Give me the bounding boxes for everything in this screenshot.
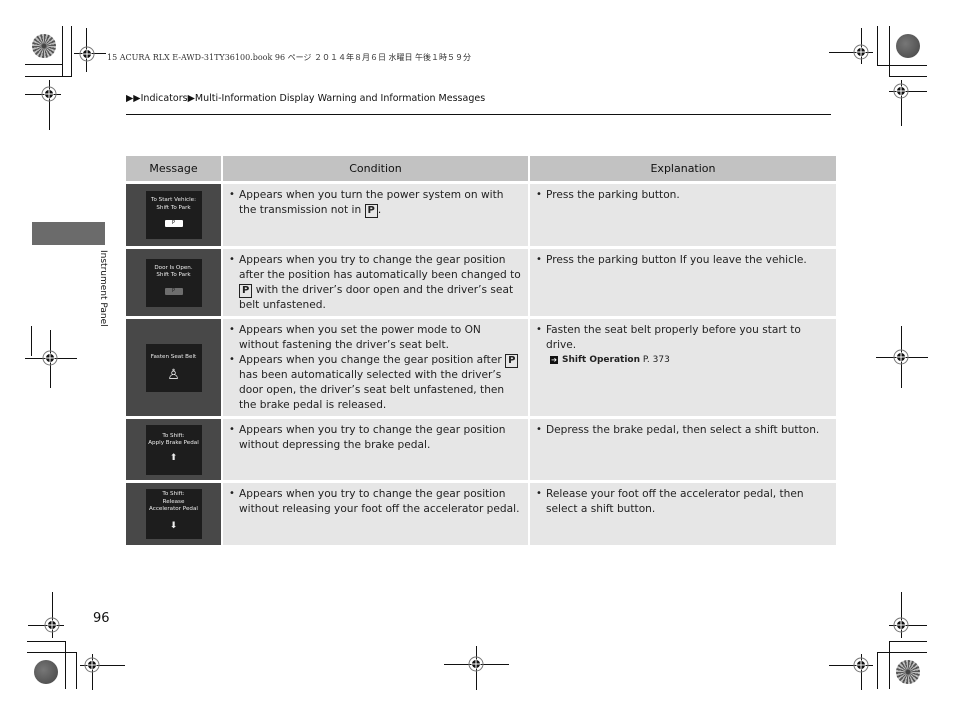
column-header-condition: Condition — [223, 156, 528, 181]
park-key-icon: P — [505, 353, 519, 368]
message-display-cell: Door Is Open. Shift To Park P — [126, 249, 221, 317]
display-text-line: Shift To Park — [156, 204, 191, 211]
color-rosette-icon — [896, 660, 920, 684]
page-number: 96 — [93, 611, 110, 626]
color-rosette-icon — [32, 34, 56, 58]
explanation-item: Release your foot off the accelerator pe… — [536, 487, 830, 517]
park-key-icon: P — [239, 283, 253, 298]
breadcrumb-divider — [126, 114, 831, 115]
display-screen-image: Fasten Seat Belt ♙ — [145, 343, 202, 392]
column-header-message: Message — [126, 156, 221, 181]
explanation-cell: Fasten the seat belt properly before you… — [530, 319, 836, 417]
breadcrumb-current: Multi-Information Display Warning and In… — [194, 93, 486, 104]
display-text-line: To Start Vehicle: — [151, 197, 196, 203]
park-key-icon: P — [364, 203, 378, 218]
condition-item: Appears when you set the power mode to O… — [229, 323, 522, 353]
explanation-cell: Release your foot off the accelerator pe… — [530, 483, 836, 546]
condition-cell: Appears when you try to change the gear … — [223, 483, 528, 546]
chapter-label: Instrument Panel — [98, 250, 108, 327]
display-text-line: To Shift: — [162, 432, 185, 439]
message-display-cell: To Shift: Apply Brake Pedal ⬆ — [126, 419, 221, 481]
table-header-row: Message Condition Explanation — [126, 156, 836, 181]
condition-item: Appears when you turn the power system o… — [229, 188, 522, 218]
message-display-cell: To Shift: Release Accelerator Pedal ⬇ — [126, 483, 221, 546]
condition-item: Appears when you try to change the gear … — [229, 423, 522, 453]
registration-mark-icon — [890, 614, 912, 636]
color-rosette-icon — [896, 34, 920, 58]
message-display-cell: Fasten Seat Belt ♙ — [126, 319, 221, 417]
condition-cell: Appears when you try to change the gear … — [223, 249, 528, 317]
registration-mark-icon — [890, 346, 912, 368]
table-row: Door Is Open.Shift To Park P Appears whe… — [126, 249, 836, 317]
display-screen-image: To Shift: Release Accelerator Pedal ⬇ — [145, 489, 202, 540]
breadcrumb: ▶▶Indicators▶Multi-Information Display W… — [126, 93, 485, 104]
display-text-line: Fasten Seat Belt — [150, 353, 197, 360]
cross-reference-link[interactable]: ➔ Shift Operation P. 373 — [536, 353, 830, 368]
p-button-icon: P — [164, 287, 183, 295]
table-row: To Shift:ReleaseAccelerator Pedal ⬇ Appe… — [126, 483, 836, 546]
accelerator-pedal-icon: ⬇ — [169, 520, 178, 531]
explanation-cell: Depress the brake pedal, then select a s… — [530, 419, 836, 481]
chapter-tab — [32, 222, 105, 245]
registration-mark-icon — [850, 41, 872, 63]
condition-item: Appears when you change the gear positio… — [229, 353, 522, 412]
explanation-item: Press the parking button If you leave th… — [536, 253, 830, 268]
explanation-cell: Press the parking button If you leave th… — [530, 249, 836, 317]
condition-item: Appears when you try to change the gear … — [229, 487, 522, 517]
color-rosette-icon — [34, 660, 58, 684]
table-row: To Start Vehicle:Shift To Park P Appears… — [126, 184, 836, 246]
registration-mark-icon — [76, 43, 98, 65]
explanation-cell: Press the parking button. — [530, 184, 836, 246]
explanation-item: Depress the brake pedal, then select a s… — [536, 423, 830, 438]
breadcrumb-marker-icon: ▶▶ — [126, 93, 141, 104]
registration-mark-icon — [850, 654, 872, 676]
display-text-line: To Shift: — [162, 491, 185, 498]
display-text-line: Apply Brake Pedal — [148, 440, 199, 447]
condition-cell: Appears when you try to change the gear … — [223, 419, 528, 481]
cross-reference-icon: ➔ — [550, 355, 558, 364]
breadcrumb-link-indicators[interactable]: Indicators — [141, 93, 188, 104]
registration-mark-icon — [465, 653, 487, 675]
condition-cell: Appears when you set the power mode to O… — [223, 319, 528, 417]
messages-table: Message Condition Explanation To Start V… — [124, 153, 838, 548]
breadcrumb-separator-icon: ▶ — [187, 93, 195, 104]
table-row: Fasten Seat Belt ♙ Appears when you set … — [126, 319, 836, 417]
condition-cell: Appears when you turn the power system o… — [223, 184, 528, 246]
display-screen-image: To Start Vehicle: Shift To Park P — [145, 191, 202, 239]
seatbelt-icon: ♙ — [167, 367, 180, 384]
display-text-line: Shift To Park — [156, 272, 191, 279]
cross-reference-page: P. 373 — [642, 354, 670, 365]
display-screen-image: To Shift: Apply Brake Pedal ⬆ — [145, 424, 202, 475]
display-text-line: Door Is Open. — [154, 264, 193, 271]
cross-reference-title[interactable]: Shift Operation — [562, 355, 640, 365]
registration-mark-icon — [39, 347, 61, 369]
registration-mark-icon — [38, 83, 60, 105]
condition-item: Appears when you try to change the gear … — [229, 253, 522, 312]
table-row: To Shift:Apply Brake Pedal ⬆ Appears whe… — [126, 419, 836, 481]
display-text-line: Release — [162, 498, 185, 505]
message-display-cell: To Start Vehicle: Shift To Park P — [126, 184, 221, 246]
registration-mark-icon — [41, 614, 63, 636]
brake-pedal-icon: ⬆ — [169, 452, 178, 463]
registration-mark-icon — [890, 80, 912, 102]
column-header-explanation: Explanation — [530, 156, 836, 181]
print-header-meta: 15 ACURA RLX E-AWD-31TY36100.book 96 ページ… — [107, 53, 472, 62]
explanation-item: Fasten the seat belt properly before you… — [536, 323, 830, 353]
registration-mark-icon — [81, 654, 103, 676]
explanation-item: Press the parking button. — [536, 188, 830, 203]
display-screen-image: Door Is Open. Shift To Park P — [145, 258, 202, 307]
p-button-icon: P — [164, 220, 183, 227]
display-text-line: Accelerator Pedal — [149, 506, 198, 513]
